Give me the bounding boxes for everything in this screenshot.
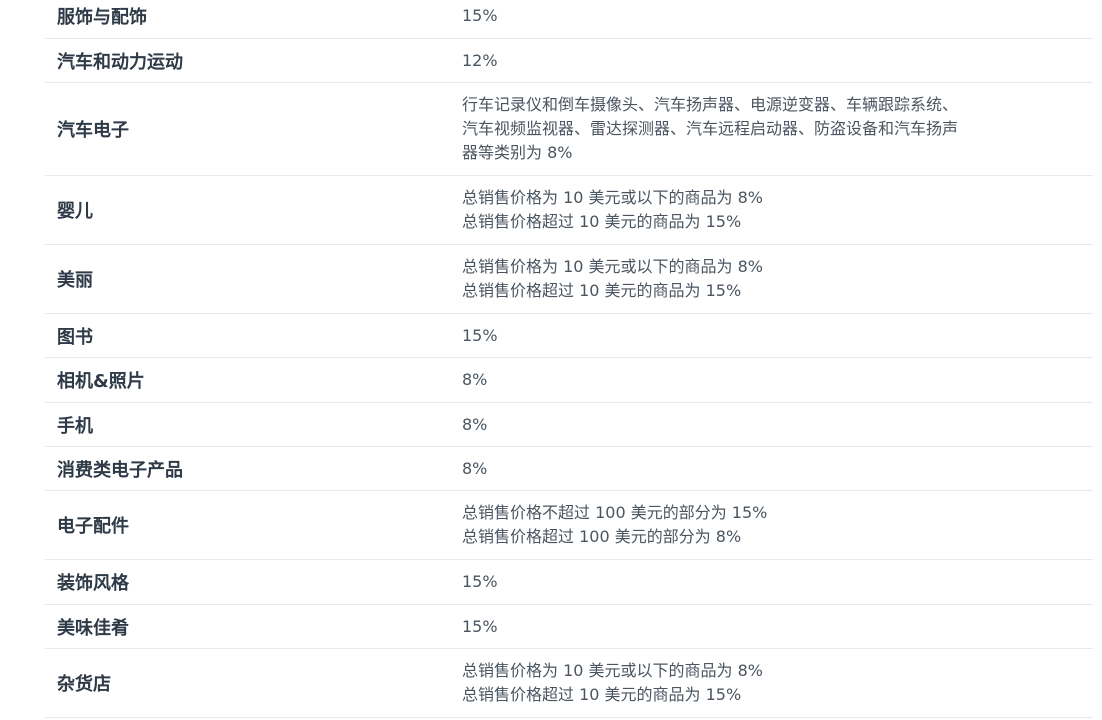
rate-cell: 8%	[462, 414, 488, 434]
table-row: 消费类电子产品 8%	[45, 447, 1093, 491]
category-cell: 图书	[57, 326, 93, 348]
rate-cell: 15%	[462, 325, 498, 345]
rate-cell: 12%	[462, 50, 498, 70]
category-cell: 汽车和动力运动	[57, 51, 183, 73]
rate-cell: 15%	[462, 616, 498, 636]
category-cell: 消费类电子产品	[57, 459, 183, 481]
rate-cell: 总销售价格为 10 美元或以下的商品为 8% 总销售价格超过 10 美元的商品为…	[462, 188, 764, 231]
rate-cell: 15%	[462, 572, 498, 591]
rate-cell: 8%	[462, 458, 488, 478]
category-cell: 服饰与配饰	[57, 7, 147, 28]
table-row: 美丽 总销售价格为 10 美元或以下的商品为 8% 总销售价格超过 10 美元的…	[45, 245, 1093, 314]
table-row: 服饰与配饰 15%	[45, 0, 1093, 39]
rate-cell: 总销售价格不超过 100 美元的部分为 15% 总销售价格超过 100 美元的部…	[462, 503, 768, 546]
category-cell: 手机	[57, 415, 93, 437]
rate-cell: 15%	[462, 6, 498, 25]
category-cell: 装饰风格	[57, 573, 129, 594]
rate-cell: 行车记录仪和倒车摄像头、汽车扬声器、电源逆变器、车辆跟踪系统、 汽车视频监视器、…	[462, 95, 959, 162]
table-row: 汽车电子 行车记录仪和倒车摄像头、汽车扬声器、电源逆变器、车辆跟踪系统、 汽车视…	[45, 83, 1093, 176]
rate-cell: 总销售价格为 10 美元或以下的商品为 8% 总销售价格超过 10 美元的商品为…	[462, 661, 764, 704]
referral-fee-table: 服饰与配饰 15% 汽车和动力运动 12% 汽车电子 行车记录仪和倒车摄像头、汽…	[45, 0, 1093, 718]
category-cell: 杂货店	[57, 674, 111, 695]
category-cell: 美味佳肴	[57, 617, 129, 639]
table-row: 装饰风格 15%	[45, 560, 1093, 605]
category-cell: 美丽	[57, 270, 93, 291]
category-cell: 婴儿	[57, 201, 93, 222]
category-cell: 汽车电子	[57, 120, 129, 141]
table-row: 婴儿 总销售价格为 10 美元或以下的商品为 8% 总销售价格超过 10 美元的…	[45, 176, 1093, 245]
rate-cell: 8%	[462, 370, 488, 389]
table-row: 汽车和动力运动 12%	[45, 39, 1093, 83]
category-cell: 相机&照片	[57, 371, 145, 392]
category-cell: 电子配件	[57, 516, 129, 537]
table-row: 电子配件 总销售价格不超过 100 美元的部分为 15% 总销售价格超过 100…	[45, 491, 1093, 560]
table-row: 手机 8%	[45, 403, 1093, 447]
table-row: 图书 15%	[45, 314, 1093, 358]
rate-cell: 总销售价格为 10 美元或以下的商品为 8% 总销售价格超过 10 美元的商品为…	[462, 257, 764, 300]
table-row: 杂货店 总销售价格为 10 美元或以下的商品为 8% 总销售价格超过 10 美元…	[45, 649, 1093, 718]
table-row: 美味佳肴 15%	[45, 605, 1093, 649]
table-row: 相机&照片 8%	[45, 358, 1093, 403]
